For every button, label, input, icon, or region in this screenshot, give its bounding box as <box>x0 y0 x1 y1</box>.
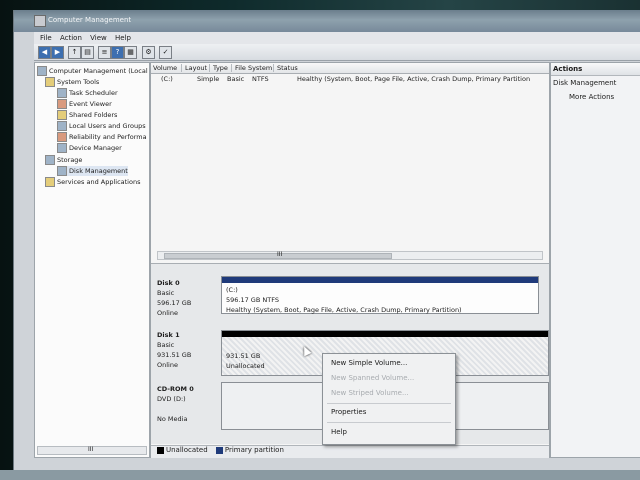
disk1-label[interactable]: Disk 1 Basic 931.51 GB Online <box>157 330 191 370</box>
row-status: Healthy (System, Boot, Page File, Active… <box>297 75 531 83</box>
row-type: Basic <box>227 75 245 83</box>
services-icon <box>45 177 55 187</box>
cdrom-label[interactable]: CD-ROM 0 DVD (D:) No Media <box>157 384 194 424</box>
computer-icon <box>37 66 47 76</box>
folder-icon <box>57 110 67 120</box>
legend: Unallocated Primary partition <box>151 445 549 458</box>
actions-header: Actions <box>551 63 640 76</box>
device-manager-icon <box>57 143 67 153</box>
view-icon[interactable]: ▦ <box>124 46 137 59</box>
volume-list-header: Volume Layout Type File System Status <box>151 63 549 74</box>
row-fs: NTFS <box>252 75 269 83</box>
col-volume[interactable]: Volume <box>151 64 182 72</box>
users-icon <box>57 121 67 131</box>
tree-task-scheduler[interactable]: Task Scheduler <box>57 88 118 98</box>
tree-storage[interactable]: Storage <box>45 155 82 165</box>
clock-icon <box>57 88 67 98</box>
taskbar-edge <box>0 470 640 480</box>
col-layout[interactable]: Layout <box>183 64 210 72</box>
tree-system-tools[interactable]: System Tools <box>45 77 99 87</box>
storage-icon <box>45 155 55 165</box>
actions-pane: Actions Disk Management More Actions <box>550 62 640 458</box>
app-icon <box>34 15 46 27</box>
tree-device-manager[interactable]: Device Manager <box>57 143 122 153</box>
menu-separator <box>327 403 451 404</box>
disk0-label[interactable]: Disk 0 Basic 596.17 GB Online <box>157 278 191 318</box>
menu-bar: File Action View Help <box>34 32 640 44</box>
scroll-thumb[interactable]: III <box>164 251 392 259</box>
console-tree: Computer Management (Local System Tools … <box>34 62 150 458</box>
context-menu: New Simple Volume... New Spanned Volume.… <box>322 353 456 445</box>
event-viewer-icon <box>57 99 67 109</box>
properties-icon[interactable]: ≡ <box>98 46 111 59</box>
tree-local-users[interactable]: Local Users and Groups <box>57 121 146 131</box>
col-status[interactable]: Status <box>275 64 547 72</box>
show-hide-tree-icon[interactable]: ▤ <box>81 46 94 59</box>
menu-new-simple-volume[interactable]: New Simple Volume... <box>331 359 407 367</box>
menu-action[interactable]: Action <box>60 34 82 42</box>
forward-icon[interactable]: ▶ <box>51 46 64 59</box>
up-folder-icon[interactable]: ↑ <box>68 46 81 59</box>
col-type[interactable]: Type <box>211 64 232 72</box>
help-icon[interactable]: ? <box>111 46 124 59</box>
toolbar: ◀ ▶ ↑ ▤ ≡ ? ▦ ⚙ ✓ <box>34 44 640 61</box>
disk-icon <box>57 166 67 176</box>
tree-services[interactable]: Services and Applications <box>45 177 140 187</box>
check-icon[interactable]: ✓ <box>159 46 172 59</box>
menu-new-striped-volume: New Striped Volume... <box>331 389 409 397</box>
tree-horizontal-scrollbar[interactable]: III <box>37 446 147 455</box>
menu-new-spanned-volume: New Spanned Volume... <box>331 374 415 382</box>
row-layout: Simple <box>197 75 220 83</box>
menu-help[interactable]: Help <box>115 34 131 42</box>
disk0-volume-c[interactable]: (C:) 596.17 GB NTFS Healthy (System, Boo… <box>221 276 539 314</box>
tools-icon <box>45 77 55 87</box>
window-title: Computer Management <box>48 16 132 24</box>
connect-icon[interactable]: ⚙ <box>142 46 155 59</box>
more-actions-link[interactable]: More Actions <box>551 90 640 104</box>
tree-root[interactable]: Computer Management (Local <box>37 66 148 76</box>
col-file-system[interactable]: File System <box>233 64 274 72</box>
menu-view[interactable]: View <box>90 34 107 42</box>
menu-separator <box>327 422 451 423</box>
list-horizontal-scrollbar[interactable]: III <box>157 251 543 260</box>
unallocated-swatch <box>157 446 164 454</box>
menu-file[interactable]: File <box>40 34 52 42</box>
tree-reliability[interactable]: Reliability and Performa <box>57 132 147 142</box>
tree-disk-management[interactable]: Disk Management <box>57 166 128 176</box>
tree-shared-folders[interactable]: Shared Folders <box>57 110 117 120</box>
menu-properties[interactable]: Properties <box>331 408 366 416</box>
reliability-icon <box>57 132 67 142</box>
title-bar[interactable]: Computer Management <box>14 10 640 32</box>
row-volume: (C:) <box>161 75 173 83</box>
tree-event-viewer[interactable]: Event Viewer <box>57 99 112 109</box>
primary-partition-swatch <box>215 446 223 454</box>
back-icon[interactable]: ◀ <box>38 46 51 59</box>
menu-help-item[interactable]: Help <box>331 428 347 436</box>
actions-disk-management[interactable]: Disk Management <box>551 76 640 90</box>
